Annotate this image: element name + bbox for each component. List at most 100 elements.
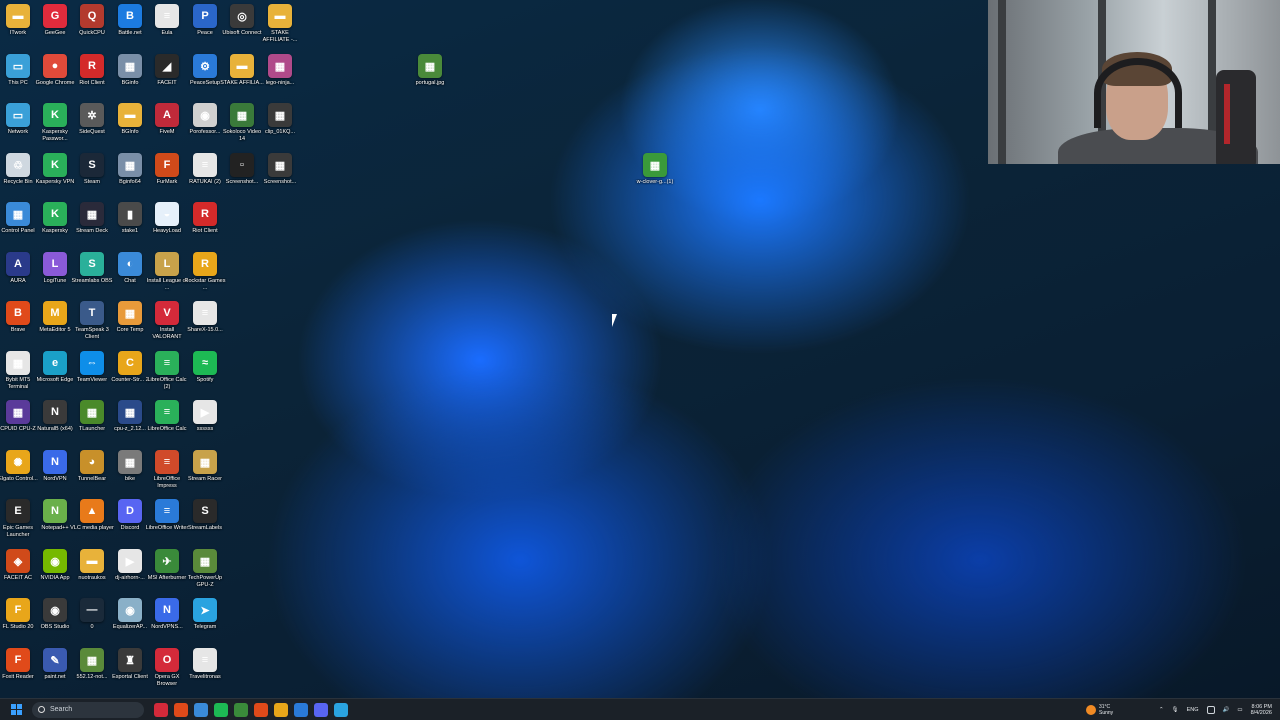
desktop-icon[interactable]: ✺ Elgato Control...: [0, 450, 38, 498]
desktop-icon[interactable]: ◉ EqualizerAP...: [112, 598, 148, 646]
desktop-icon[interactable]: ▶ dj-airhorn-...: [112, 549, 148, 597]
desktop-icon[interactable]: ▬ STAKE AFFILIA...: [220, 54, 264, 102]
desktop-icon[interactable]: ▦ Stream Racer: [187, 450, 223, 498]
taskbar-search[interactable]: Search: [32, 701, 144, 718]
desktop-icon[interactable]: ◒ HeavyLoad: [149, 202, 185, 250]
mic-icon[interactable]: 🎙: [1172, 707, 1179, 713]
desktop[interactable]: ▬ ITwork G GeeGee Q QuickCPU B Battle.net ≡ Eula P…: [0, 0, 1280, 698]
desktop-icon[interactable]: ◎ Ubisoft Connect: [222, 4, 262, 52]
desktop-icon[interactable]: A FiveM: [149, 103, 185, 151]
desktop-icon[interactable]: ⚙ PeaceSetup: [187, 54, 223, 102]
desktop-icon[interactable]: K Kaspersky Passwor...: [37, 103, 73, 151]
desktop-icon[interactable]: ▦ w-clover-g...(1): [637, 153, 673, 201]
desktop-icon[interactable]: e Microsoft Edge: [37, 351, 73, 399]
desktop-icon[interactable]: ◢ FACEIT: [149, 54, 185, 102]
weather-widget[interactable]: 31°C Sunny: [1086, 699, 1113, 720]
start-button[interactable]: [6, 700, 26, 720]
desktop-icon[interactable]: ✲ SideQuest: [74, 103, 110, 151]
network-icon[interactable]: [1206, 706, 1215, 714]
desktop-icon[interactable]: ≡ RATUKAI (2): [187, 153, 223, 201]
desktop-icon[interactable]: ▦ Sokoloco Video 14: [223, 103, 261, 151]
desktop-icon[interactable]: —0: [74, 598, 110, 646]
desktop-icon[interactable]: G GeeGee: [37, 4, 73, 52]
desktop-icon[interactable]: N NaturalB (x64): [37, 400, 73, 448]
desktop-icon[interactable]: ● Google Chrome: [36, 54, 74, 102]
language-indicator[interactable]: ENG: [1187, 707, 1199, 713]
taskbar-app-icon[interactable]: [314, 702, 328, 717]
desktop-icon[interactable]: ▦ Bybit MT5 Terminal: [0, 351, 36, 399]
taskbar-app-icon[interactable]: [294, 702, 308, 717]
desktop-icon[interactable]: ≡ LibreOffice Calc: [147, 400, 187, 448]
desktop-icon[interactable]: T TeamSpeak 3 Client: [74, 301, 110, 349]
desktop-icon[interactable]: ✈ MSI Afterburner: [148, 549, 186, 597]
desktop-icon[interactable]: ⇔ TeamViewer: [74, 351, 110, 399]
desktop-icon[interactable]: P Peace: [187, 4, 223, 52]
taskbar-app-icon[interactable]: [154, 702, 168, 717]
taskbar-app-icon[interactable]: [174, 702, 188, 717]
taskbar-app-icon[interactable]: [334, 702, 348, 717]
desktop-icon[interactable]: C Counter-Str... 2: [111, 351, 149, 399]
desktop-icon[interactable]: ◐ Chat: [112, 252, 148, 300]
desktop-icon[interactable]: ▮ stake1: [112, 202, 148, 250]
desktop-icon[interactable]: ▦ lego-ninja...: [262, 54, 298, 102]
desktop-icon[interactable]: ▬ STAKE AFFILIATE -...: [262, 4, 298, 52]
desktop-icon[interactable]: ▦ bike: [112, 450, 148, 498]
desktop-icon[interactable]: ▦ TLauncher: [74, 400, 110, 448]
desktop-icon[interactable]: F Foxit Reader: [0, 648, 36, 696]
desktop-icon[interactable]: L LogiTune: [37, 252, 73, 300]
desktop-icon[interactable]: K Kaspersky: [37, 202, 73, 250]
desktop-icon[interactable]: ≡ Travelitronas: [187, 648, 223, 696]
desktop-icon[interactable]: ▫ Screenshot...: [224, 153, 260, 201]
taskbar-app-icon[interactable]: [234, 702, 248, 717]
desktop-icon[interactable]: ▦ BGinfo: [112, 54, 148, 102]
desktop-icon[interactable]: ◉ Porofessor...: [187, 103, 223, 151]
desktop-icon[interactable]: E Epic Games Launcher: [0, 499, 36, 547]
taskbar-app-icon[interactable]: [194, 702, 208, 717]
desktop-icon[interactable]: ➤ Telegram: [187, 598, 223, 646]
desktop-icon[interactable]: ▭ Network: [0, 103, 36, 151]
desktop-icon[interactable]: ♜ Esportal Client: [112, 648, 148, 696]
desktop-icon[interactable]: B Brave: [0, 301, 36, 349]
desktop-icon[interactable]: Q QuickCPU: [74, 4, 110, 52]
desktop-icon[interactable]: ▦ CPUID CPU-Z: [0, 400, 36, 448]
taskbar-app-icon[interactable]: [254, 702, 268, 717]
desktop-icon[interactable]: S Steam: [74, 153, 110, 201]
desktop-icon[interactable]: ▦ portugal.jpg: [412, 54, 448, 102]
desktop-icon[interactable]: ▦ Screenshot...: [262, 153, 298, 201]
taskbar-app-icon[interactable]: [214, 702, 228, 717]
desktop-icon[interactable]: F FurMark: [149, 153, 185, 201]
desktop-icon[interactable]: O Opera GX Browser: [149, 648, 185, 696]
desktop-icon[interactable]: L Install League of ...: [147, 252, 187, 300]
desktop-icon[interactable]: ▦ TechPowerUp GPU-Z: [187, 549, 223, 597]
desktop-icon[interactable]: A AURA: [0, 252, 36, 300]
battery-icon[interactable]: ▭: [1237, 707, 1242, 713]
desktop-icon[interactable]: S StreamLabels: [187, 499, 223, 547]
desktop-icon[interactable]: F FL Studio 20: [0, 598, 36, 646]
desktop-icon[interactable]: ▦ cpu-z_2.12...: [112, 400, 148, 448]
desktop-icon[interactable]: ▦ Core Temp: [112, 301, 148, 349]
desktop-icon[interactable]: ◈ FACEIT AC: [0, 549, 36, 597]
desktop-icon[interactable]: B Battle.net: [112, 4, 148, 52]
desktop-icon[interactable]: R Rockstar Games ...: [185, 252, 225, 300]
desktop-icon[interactable]: N NordVPNS...: [149, 598, 185, 646]
desktop-icon[interactable]: N Notepad++: [37, 499, 73, 547]
desktop-icon[interactable]: N NordVPN: [37, 450, 73, 498]
desktop-icon[interactable]: ▦ Control Panel: [0, 202, 36, 250]
desktop-icon[interactable]: ▬ ITwork: [0, 4, 36, 52]
clock[interactable]: 8:06 PM 8/4/2026: [1251, 704, 1272, 716]
volume-icon[interactable]: 🔊: [1223, 707, 1230, 713]
desktop-icon[interactable]: ✎ paint.net: [37, 648, 73, 696]
desktop-icon[interactable]: R Riot Client: [187, 202, 223, 250]
desktop-icon[interactable]: ▭ This PC: [0, 54, 36, 102]
desktop-icon[interactable]: ◉ OBS Studio: [37, 598, 73, 646]
desktop-icon[interactable]: ≈ Spotify: [187, 351, 223, 399]
desktop-icon[interactable]: ♲ Recycle Bin: [0, 153, 36, 201]
desktop-icon[interactable]: ▲ VLC media player: [70, 499, 114, 547]
chevron-up-icon[interactable]: ⌃: [1159, 707, 1164, 713]
desktop-icon[interactable]: D Discord: [112, 499, 148, 547]
desktop-icon[interactable]: ◕ TunnelBear: [74, 450, 110, 498]
desktop-icon[interactable]: M MetaEditor 5: [37, 301, 73, 349]
desktop-icon[interactable]: ≡ LibreOffice Calc (2): [147, 351, 187, 399]
desktop-icon[interactable]: ▦ clip_01KQ...: [262, 103, 298, 151]
desktop-icon[interactable]: ▦ 552.12-not...: [74, 648, 110, 696]
